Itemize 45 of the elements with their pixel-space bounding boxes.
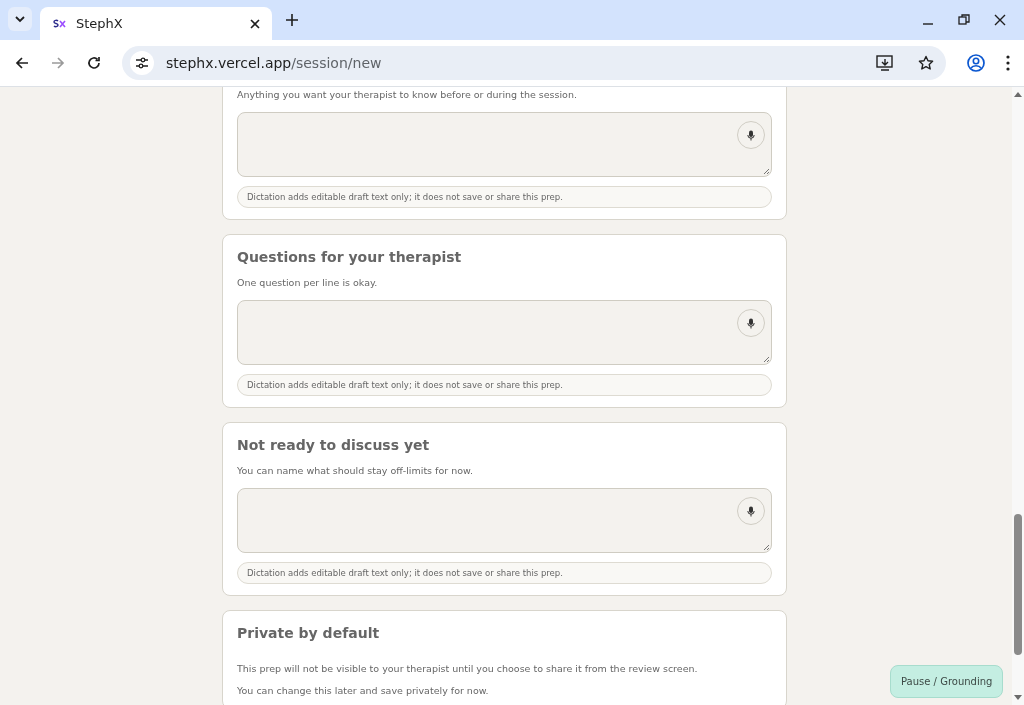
logo-icon: [52, 17, 66, 30]
scroll-down-icon[interactable]: [1014, 695, 1022, 701]
close-window-icon[interactable]: [994, 14, 1006, 26]
section-title: Private by default: [237, 624, 381, 643]
section-hint: Anything you want your therapist to know before or during the session.: [237, 89, 578, 101]
microphone-icon: [747, 129, 755, 141]
site-info-button[interactable]: [130, 51, 154, 75]
install-icon[interactable]: [876, 55, 894, 71]
back-icon[interactable]: [14, 55, 30, 71]
star-icon[interactable]: [918, 55, 934, 71]
dictation-note: Dictation adds editable draft text only; it does not save or share this prep.: [247, 378, 563, 392]
close-icon[interactable]: [250, 18, 260, 29]
section-title: Questions for your therapist: [237, 248, 463, 267]
dictation-note: Dictation adds editable draft text only; it does not save or share this prep.: [247, 566, 563, 580]
new-tab-icon[interactable]: [286, 14, 298, 26]
dictation-button[interactable]: [737, 309, 765, 337]
browser-tab[interactable]: StephX: [40, 7, 272, 40]
info-text: You can change this later and save privately for now.: [237, 685, 490, 697]
url-text: stephx.vercel.app/session/new: [166, 53, 383, 73]
scrollbar[interactable]: [1012, 87, 1024, 705]
section-hint: You can name what should stay off-limits for now.: [237, 465, 474, 477]
resize-handle-icon[interactable]: [763, 356, 770, 363]
dictation-button[interactable]: [737, 121, 765, 149]
reload-icon[interactable]: [86, 55, 102, 71]
scroll-up-icon[interactable]: [1014, 91, 1022, 97]
info-text: This prep will not be visible to your therapist until you choose to share it from the review screen.: [237, 663, 699, 675]
chevron-down-icon: [14, 13, 26, 25]
resize-handle-icon[interactable]: [763, 168, 770, 175]
microphone-icon: [747, 317, 755, 329]
profile-icon[interactable]: [966, 53, 986, 73]
tune-icon: [135, 57, 149, 69]
microphone-icon: [747, 505, 755, 517]
address-bar[interactable]: stephx.vercel.app/session/new: [122, 46, 946, 80]
section-hint: One question per line is okay.: [237, 277, 379, 289]
section-title: Not ready to discuss yet: [237, 436, 431, 455]
restore-icon[interactable]: [958, 14, 970, 26]
dictation-button[interactable]: [737, 497, 765, 525]
menu-icon[interactable]: [1006, 55, 1010, 71]
pause-grounding-button[interactable]: Pause / Grounding: [890, 665, 1004, 698]
scrollbar-thumb[interactable]: [1014, 514, 1022, 655]
forward-icon[interactable]: [50, 55, 66, 71]
resize-handle-icon[interactable]: [763, 544, 770, 551]
tab-list-button[interactable]: [8, 7, 32, 31]
dictation-note: Dictation adds editable draft text only; it does not save or share this prep.: [247, 190, 563, 204]
tab-title: StephX: [76, 14, 124, 33]
